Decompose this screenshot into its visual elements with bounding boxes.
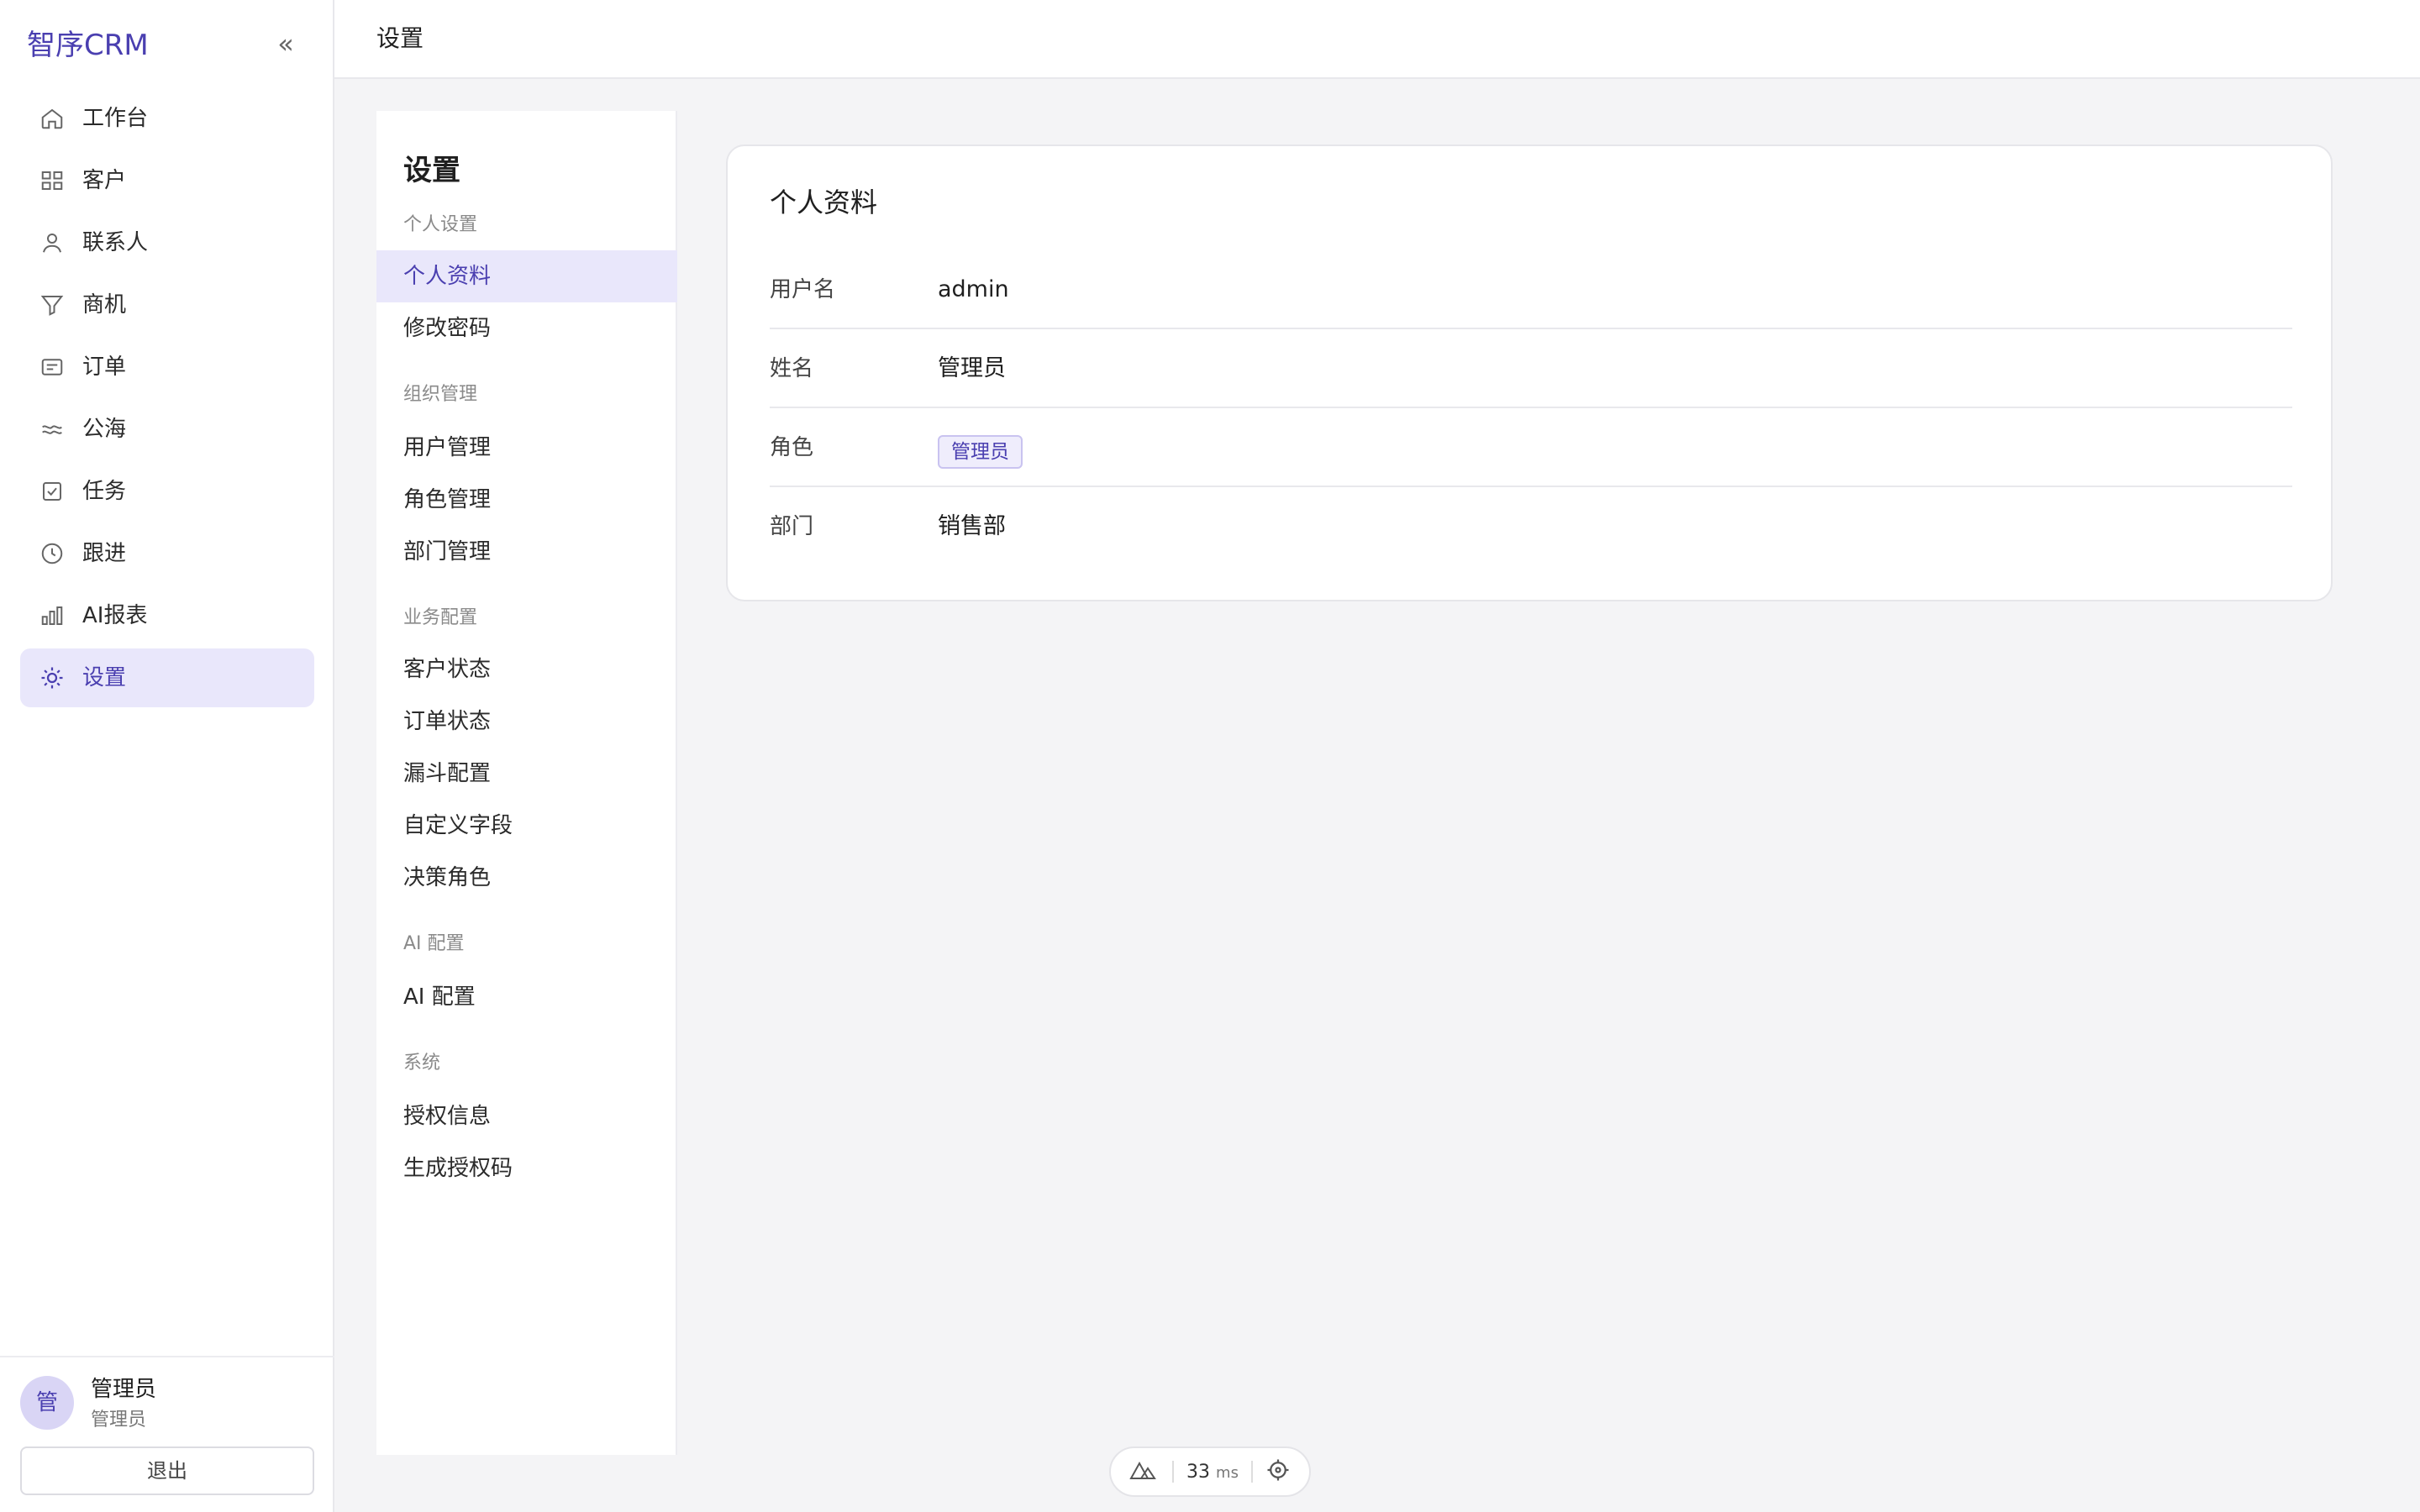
user-role: 管理员 xyxy=(91,1410,147,1431)
waves-icon xyxy=(39,416,66,443)
sidebar-item-workbench[interactable]: 工作台 xyxy=(20,89,314,148)
subnav-item-funnel-config[interactable]: 漏斗配置 xyxy=(376,748,677,800)
profile-row-username: 用户名 admin xyxy=(770,250,2292,329)
funnel-icon xyxy=(39,291,66,318)
task-icon xyxy=(39,478,66,505)
divider xyxy=(1250,1461,1253,1483)
bar-chart-icon xyxy=(39,602,66,629)
page-title: 设置 xyxy=(376,24,424,52)
profile-card-title: 个人资料 xyxy=(770,186,878,218)
sidebar-item-label: 任务 xyxy=(82,479,127,504)
sidebar-item-label: 工作台 xyxy=(82,106,149,131)
sidebar-item-label: 设置 xyxy=(82,665,127,690)
subnav-item-decision-roles[interactable]: 决策角色 xyxy=(376,852,677,904)
user-icon xyxy=(39,229,66,256)
sidebar-item-label: 商机 xyxy=(82,292,127,318)
settings-title: 设置 xyxy=(403,154,460,187)
subnav-item-ai-config[interactable]: AI 配置 xyxy=(376,971,677,1023)
subnav-item-departments[interactable]: 部门管理 xyxy=(376,526,677,578)
sidebar-item-opportunities[interactable]: 商机 xyxy=(20,276,314,334)
grid-icon xyxy=(39,167,66,194)
field-label: 角色 xyxy=(770,435,814,460)
target-icon[interactable] xyxy=(1265,1457,1291,1486)
field-value: 管理员 xyxy=(938,355,1006,381)
field-label: 用户名 xyxy=(770,277,836,302)
logout-button[interactable]: 退出 xyxy=(20,1446,314,1495)
role-badge: 管理员 xyxy=(938,435,1023,469)
settings-subnav: 设置 个人设置 个人资料 修改密码 组织管理 用户管理 角色管理 部门管理 业务… xyxy=(376,111,677,1455)
subnav-item-users[interactable]: 用户管理 xyxy=(376,422,677,474)
sidebar-item-orders[interactable]: 订单 xyxy=(20,338,314,396)
clock-icon xyxy=(39,540,66,567)
field-value: 销售部 xyxy=(938,513,1006,539)
subnav-item-roles[interactable]: 角色管理 xyxy=(376,474,677,526)
subnav-group-ai: AI 配置 xyxy=(403,933,465,954)
render-time-value: 33 xyxy=(1186,1461,1211,1483)
profile-row-department: 部门 销售部 xyxy=(770,487,2292,566)
sidebar: 智序CRM « 工作台 客户 联系人 商机 订单 公海 任务 跟进 AI报表 设… xyxy=(0,0,334,1512)
user-name: 管理员 xyxy=(91,1377,157,1402)
framework-logo-icon[interactable] xyxy=(1129,1460,1160,1483)
sidebar-item-label: AI报表 xyxy=(82,603,148,628)
render-time-unit: ms xyxy=(1216,1463,1239,1482)
user-panel: 管 管理员 管理员 退出 xyxy=(0,1356,334,1512)
sidebar-item-settings[interactable]: 设置 xyxy=(20,648,314,707)
subnav-item-change-password[interactable]: 修改密码 xyxy=(376,302,677,354)
field-label: 姓名 xyxy=(770,356,814,381)
sidebar-nav: 工作台 客户 联系人 商机 订单 公海 任务 跟进 AI报表 设置 xyxy=(20,89,314,711)
collapse-sidebar-button[interactable]: « xyxy=(274,27,297,60)
sidebar-item-tasks[interactable]: 任务 xyxy=(20,462,314,521)
subnav-item-profile[interactable]: 个人资料 xyxy=(376,250,677,302)
profile-card: 个人资料 用户名 admin 姓名 管理员 角色 管理员 部门 销售部 xyxy=(726,144,2333,601)
sidebar-item-label: 跟进 xyxy=(82,541,127,566)
field-label: 部门 xyxy=(770,514,814,539)
subnav-group-business: 业务配置 xyxy=(403,607,478,628)
profile-row-role: 角色 管理员 xyxy=(770,408,2292,487)
sidebar-item-followups[interactable]: 跟进 xyxy=(20,524,314,583)
brand-logo[interactable]: 智序CRM xyxy=(27,25,149,66)
gear-icon xyxy=(39,664,66,691)
sidebar-item-contacts[interactable]: 联系人 xyxy=(20,213,314,272)
sidebar-item-label: 订单 xyxy=(82,354,127,380)
subnav-item-license-info[interactable]: 授权信息 xyxy=(376,1090,677,1142)
avatar[interactable]: 管 xyxy=(20,1376,74,1430)
subnav-group-system: 系统 xyxy=(403,1053,441,1074)
subnav-item-generate-license[interactable]: 生成授权码 xyxy=(376,1142,677,1194)
sidebar-item-public-pool[interactable]: 公海 xyxy=(20,400,314,459)
sidebar-item-customers[interactable]: 客户 xyxy=(20,151,314,210)
field-value: admin xyxy=(938,276,1009,302)
sidebar-item-ai-reports[interactable]: AI报表 xyxy=(20,586,314,645)
subnav-group-org: 组织管理 xyxy=(403,384,478,405)
subnav-item-custom-fields[interactable]: 自定义字段 xyxy=(376,800,677,852)
subnav-item-customer-status[interactable]: 客户状态 xyxy=(376,643,677,696)
subnav-item-order-status[interactable]: 订单状态 xyxy=(376,696,677,748)
dev-toolbar[interactable]: 33 ms xyxy=(1109,1446,1311,1497)
order-icon xyxy=(39,354,66,381)
profile-row-name: 姓名 管理员 xyxy=(770,329,2292,408)
sidebar-item-label: 联系人 xyxy=(82,230,149,255)
home-icon xyxy=(39,105,66,132)
render-time: 33 ms xyxy=(1186,1462,1239,1483)
sidebar-item-label: 客户 xyxy=(82,168,127,193)
sidebar-item-label: 公海 xyxy=(82,417,127,442)
top-header: 设置 xyxy=(334,0,2420,79)
divider xyxy=(1172,1461,1175,1483)
subnav-group-personal: 个人设置 xyxy=(403,214,478,235)
